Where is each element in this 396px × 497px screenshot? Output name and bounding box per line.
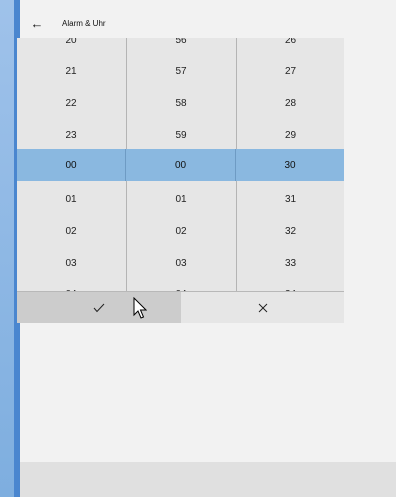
second-item[interactable]: 26 bbox=[237, 38, 344, 56]
hour-item[interactable]: 03 bbox=[17, 247, 125, 279]
minute-item[interactable]: 59 bbox=[127, 119, 235, 151]
second-item[interactable]: 32 bbox=[237, 215, 344, 247]
selected-minute[interactable]: 00 bbox=[126, 149, 235, 181]
title-bar: ← Alarm & Uhr bbox=[20, 8, 396, 38]
mouse-cursor-icon bbox=[133, 297, 147, 319]
hour-item[interactable]: 04 bbox=[17, 278, 125, 293]
accept-button[interactable] bbox=[17, 291, 181, 323]
selected-hour[interactable]: 00 bbox=[17, 149, 125, 181]
minute-item[interactable]: 02 bbox=[127, 215, 235, 247]
hour-item[interactable]: 21 bbox=[17, 55, 125, 87]
second-item[interactable]: 29 bbox=[237, 119, 344, 151]
hour-item[interactable]: 20 bbox=[17, 38, 125, 56]
second-item[interactable]: 34 bbox=[237, 278, 344, 293]
hour-item[interactable]: 22 bbox=[17, 87, 125, 119]
hour-item[interactable]: 23 bbox=[17, 119, 125, 151]
minute-item[interactable]: 03 bbox=[127, 247, 235, 279]
minute-item[interactable]: 56 bbox=[127, 38, 235, 56]
dismiss-button[interactable] bbox=[181, 291, 344, 323]
minute-item[interactable]: 01 bbox=[127, 183, 235, 215]
hour-item[interactable]: 02 bbox=[17, 215, 125, 247]
selected-second[interactable]: 30 bbox=[236, 149, 344, 181]
second-item[interactable]: 27 bbox=[237, 55, 344, 87]
minute-item[interactable]: 58 bbox=[127, 87, 235, 119]
checkmark-icon bbox=[93, 303, 105, 312]
close-icon bbox=[258, 303, 267, 312]
command-bar bbox=[20, 462, 396, 497]
desktop-background bbox=[0, 0, 14, 497]
picker-actions bbox=[17, 291, 344, 323]
second-item[interactable]: 28 bbox=[237, 87, 344, 119]
back-button[interactable]: ← bbox=[20, 8, 54, 38]
second-item[interactable]: 33 bbox=[237, 247, 344, 279]
minute-item[interactable]: 57 bbox=[127, 55, 235, 87]
second-item[interactable]: 31 bbox=[237, 183, 344, 215]
hour-item[interactable]: 01 bbox=[17, 183, 125, 215]
back-arrow-icon: ← bbox=[30, 15, 44, 31]
app-title: Alarm & Uhr bbox=[62, 18, 106, 28]
minute-item[interactable]: 04 bbox=[127, 278, 235, 293]
